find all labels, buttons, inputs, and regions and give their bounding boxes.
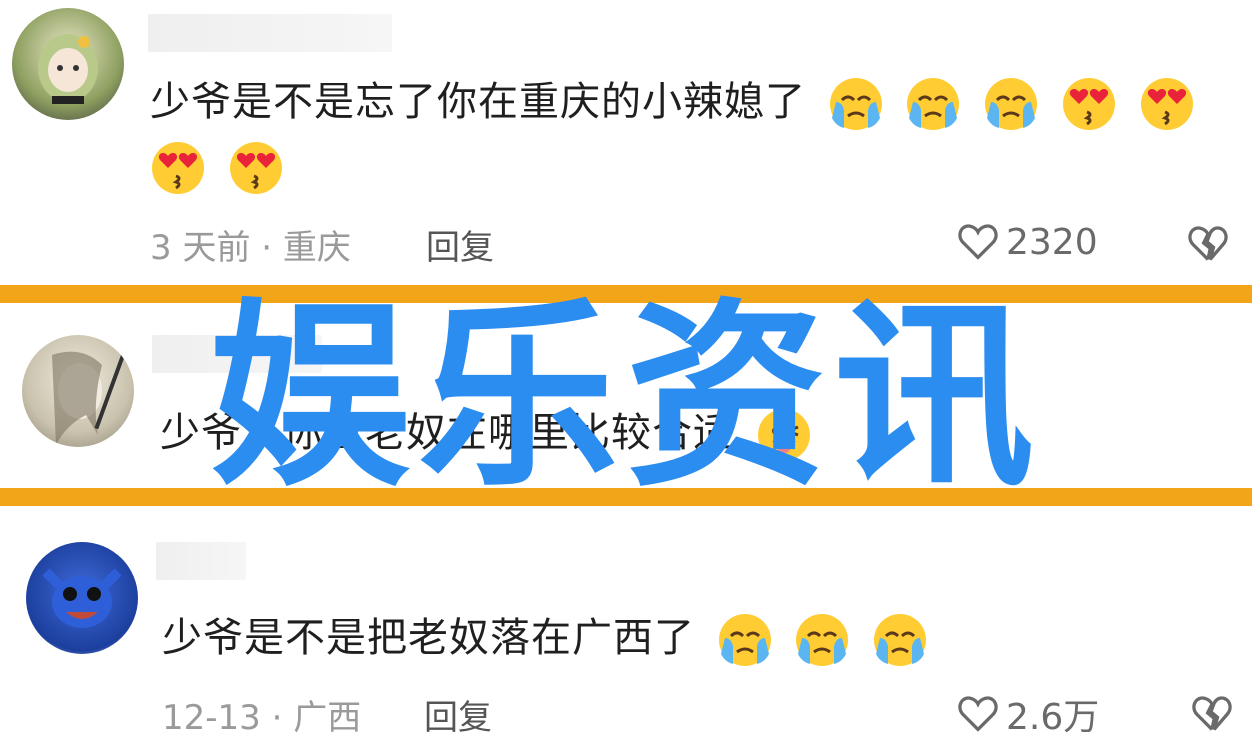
heart-eyes-emoji-icon — [228, 140, 284, 196]
crying-emoji-icon — [872, 612, 928, 668]
comment-3: 少爷是不是把老奴落在广西了 12-13 · 广西 回复 2.6万 — [0, 506, 1252, 752]
dislike-button-3[interactable] — [1190, 692, 1234, 736]
heart-eyes-emoji-icon — [1061, 76, 1117, 132]
avatar-3[interactable] — [26, 542, 138, 654]
comment-text-3: 少爷是不是把老奴落在广西了 — [162, 606, 928, 670]
comment-meta-3: 12-13 · 广西 — [162, 698, 362, 738]
comment-1: 少爷是不是忘了你在重庆的小辣媳了 3 天前 · 重庆 回复 2320 — [0, 0, 1252, 285]
reply-button-1[interactable]: 回复 — [426, 220, 494, 269]
like-count-1: 2320 — [1006, 221, 1098, 263]
like-button-1[interactable]: 2320 — [956, 220, 1098, 264]
avatar-1-icon — [38, 34, 98, 104]
reply-button-3[interactable]: 回复 — [424, 690, 492, 739]
crying-emoji-icon — [794, 612, 850, 668]
like-count-3: 2.6万 — [1006, 697, 1100, 738]
heart-outline-icon — [956, 692, 1000, 736]
comment-meta-1: 3 天前 · 重庆 — [150, 228, 351, 268]
comment-text-1-body: 少爷是不是忘了你在重庆的小辣媳了 — [150, 79, 806, 125]
comment-text-1-line2 — [142, 134, 284, 198]
banner-title: 娱乐资讯 — [209, 281, 1042, 514]
comment-text-3-body: 少爷是不是把老奴落在广西了 — [162, 615, 695, 661]
heart-outline-icon — [956, 220, 1000, 264]
avatar-3-icon — [42, 568, 122, 628]
crying-emoji-icon — [983, 76, 1039, 132]
crying-emoji-icon — [717, 612, 773, 668]
comment-text-1: 少爷是不是忘了你在重庆的小辣媳了 — [150, 70, 1195, 134]
heart-eyes-emoji-icon — [150, 140, 206, 196]
username-blurred-3[interactable] — [156, 542, 246, 580]
crying-emoji-icon — [828, 76, 884, 132]
crying-emoji-icon — [905, 76, 961, 132]
like-button-3[interactable]: 2.6万 — [956, 688, 1099, 740]
username-blurred-1[interactable] — [148, 14, 392, 52]
dislike-button-1[interactable] — [1186, 222, 1230, 266]
avatar-1[interactable] — [12, 8, 124, 120]
heart-eyes-emoji-icon — [1139, 76, 1195, 132]
